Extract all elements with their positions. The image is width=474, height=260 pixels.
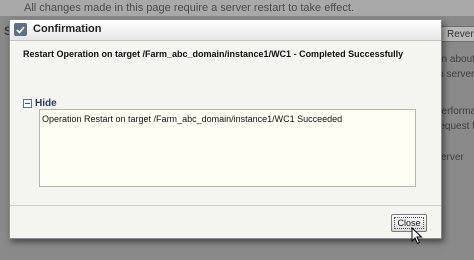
revert-button[interactable]: Revert xyxy=(440,26,474,42)
details-text: Operation Restart on target /Farm_abc_do… xyxy=(42,114,343,124)
mouse-pointer-icon xyxy=(411,227,423,245)
details-panel: Operation Restart on target /Farm_abc_do… xyxy=(39,109,416,187)
dialog-title-bar[interactable]: Confirmation xyxy=(10,20,441,41)
collapse-icon[interactable] xyxy=(23,98,32,108)
confirmation-dialog: Confirmation Restart Operation on target… xyxy=(9,19,442,239)
hide-details-toggle[interactable]: Hide xyxy=(23,97,57,109)
restart-notice: All changes made in this page require a … xyxy=(0,0,474,16)
footer-divider xyxy=(10,205,441,206)
dialog-title: Confirmation xyxy=(33,23,102,35)
confirmation-icon xyxy=(14,23,27,36)
confirmation-message: Restart Operation on target /Farm_abc_do… xyxy=(23,49,404,59)
hide-label[interactable]: Hide xyxy=(35,98,57,109)
